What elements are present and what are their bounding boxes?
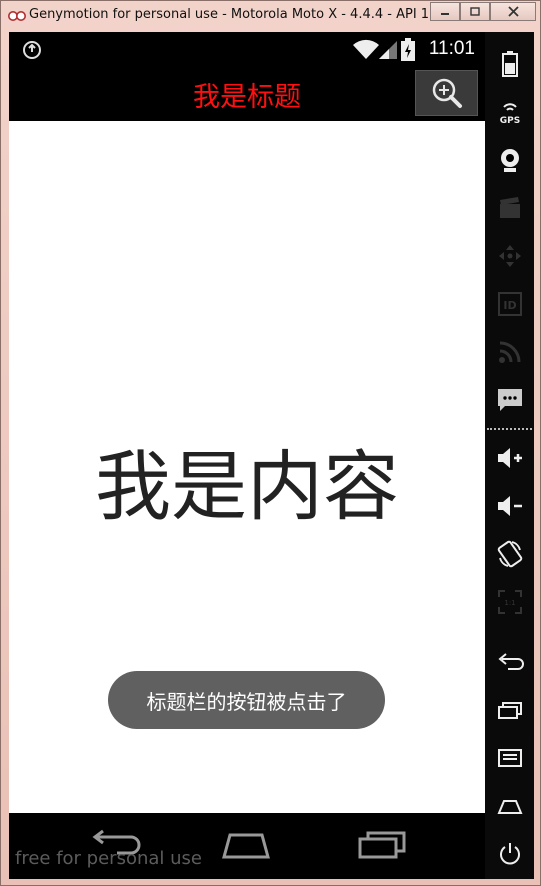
svg-text:ID: ID [503, 299, 516, 312]
menu-side-button[interactable] [485, 738, 534, 778]
battery-widget-icon [501, 51, 518, 77]
recent-apps-icon [497, 702, 522, 719]
maximize-button[interactable] [460, 2, 490, 21]
search-button[interactable] [415, 70, 478, 116]
volume-up-button[interactable] [485, 438, 534, 478]
menu-icon [497, 749, 522, 767]
back-side-button[interactable] [485, 642, 534, 682]
home-button[interactable] [216, 827, 276, 863]
volume-up-icon [497, 448, 522, 468]
maximize-icon [470, 7, 480, 16]
gps-icon: GPS [499, 103, 520, 125]
toast-message: 标题栏的按钮被点击了 [108, 671, 385, 729]
message-icon [497, 389, 522, 411]
volume-down-button[interactable] [485, 486, 534, 526]
content-text: 我是内容 [95, 442, 399, 531]
battery-widget-button[interactable] [485, 44, 534, 84]
move-icon [498, 245, 521, 267]
genymotion-window: Genymotion for personal use - Motorola M… [0, 0, 541, 886]
android-navbar: free for personal use [9, 813, 485, 879]
sync-icon [23, 41, 41, 59]
android-statusbar: 11:01 [9, 32, 485, 65]
home-icon [497, 800, 522, 814]
genymotion-app-icon [8, 11, 26, 21]
fullscreen-icon: 1:1 [497, 590, 522, 614]
power-button[interactable] [485, 834, 534, 874]
close-icon [507, 6, 519, 17]
svg-text:GPS: GPS [499, 116, 519, 125]
battery-icon [401, 38, 415, 61]
watermark-text: free for personal use [15, 848, 202, 869]
clapperboard-icon [499, 197, 520, 218]
minimize-button[interactable] [430, 2, 460, 21]
power-icon [499, 843, 520, 865]
recent-apps-side-button[interactable] [485, 690, 534, 730]
window-titlebar[interactable]: Genymotion for personal use - Motorola M… [1, 1, 541, 31]
signal-icon [379, 41, 397, 59]
webcam-button[interactable] [485, 140, 534, 180]
webcam-icon [500, 149, 519, 172]
window-title: Genymotion for personal use - Motorola M… [29, 7, 429, 22]
emulator-device: 11:01 我是标题 我是内容 标题栏的按钮被点击了 free for pers… [9, 32, 534, 879]
status-time: 11:01 [428, 38, 475, 59]
volume-down-icon [497, 496, 522, 516]
screencast-button[interactable] [485, 188, 534, 228]
home-side-button[interactable] [485, 786, 534, 826]
dpad-button[interactable] [485, 236, 534, 276]
network-button[interactable] [485, 332, 534, 372]
identifiers-button[interactable]: ID [485, 284, 534, 324]
genymotion-side-toolbar: GPS ID 1:1 [485, 32, 534, 879]
recent-apps-button[interactable] [352, 827, 412, 863]
pixel-perfect-button[interactable]: 1:1 [485, 582, 534, 622]
action-bar: 我是标题 [9, 65, 485, 121]
id-icon: ID [497, 292, 522, 316]
page-title: 我是标题 [193, 82, 301, 113]
back-icon [497, 653, 524, 670]
search-icon [432, 78, 462, 108]
wifi-icon [353, 39, 379, 59]
gps-button[interactable]: GPS [485, 92, 534, 132]
sms-button[interactable] [485, 380, 534, 420]
rotate-button[interactable] [485, 534, 534, 574]
rotate-icon [497, 540, 522, 568]
rss-icon [498, 341, 520, 363]
toolbar-divider [487, 428, 532, 430]
svg-text:1:1: 1:1 [504, 599, 515, 607]
window-controls [430, 2, 536, 21]
close-button[interactable] [490, 2, 536, 21]
minimize-icon [441, 12, 449, 15]
content-area: 我是内容 标题栏的按钮被点击了 [9, 121, 485, 813]
